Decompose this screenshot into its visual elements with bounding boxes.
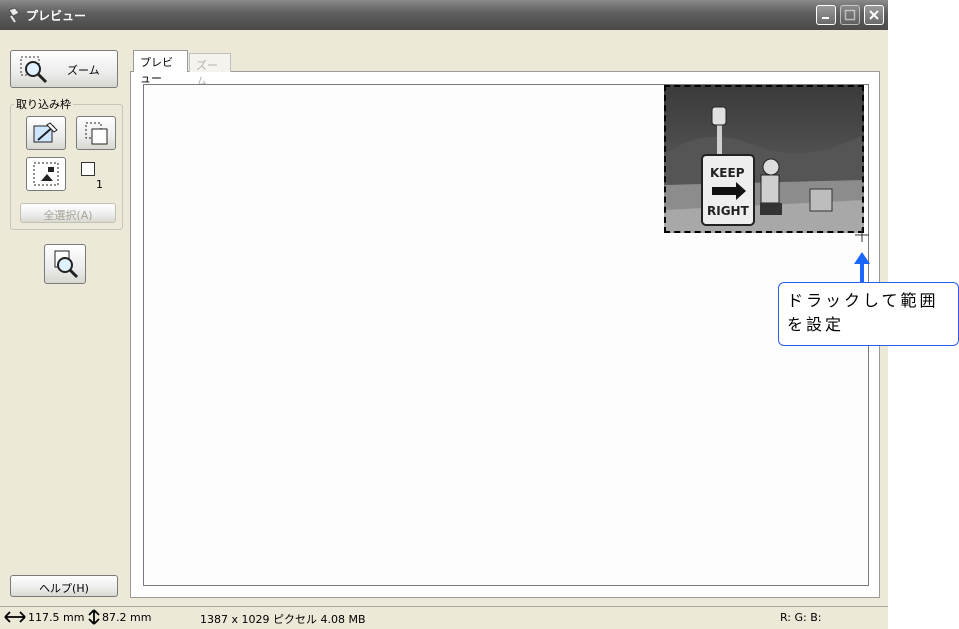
status-width: 117.5 mm — [28, 611, 85, 624]
tab-zoom[interactable]: ズーム — [189, 53, 231, 88]
minimize-icon — [822, 17, 829, 19]
height-arrow-icon — [88, 609, 100, 625]
maximize-button[interactable] — [840, 5, 860, 25]
close-button[interactable] — [864, 5, 884, 25]
copy-frame-button[interactable] — [76, 116, 116, 150]
callout-arrow-icon — [854, 252, 870, 283]
close-icon — [869, 10, 879, 20]
callout-line-1: ドラックして範囲 — [787, 291, 939, 310]
preview-window: プレビュー ズーム 取り込み枠 1 全選択(A) ヘルプ(H) プレビュー ズー… — [0, 0, 888, 629]
tab-preview[interactable]: プレビュー — [133, 50, 188, 85]
status-height: 87.2 mm — [102, 611, 152, 624]
callout-note: ドラックして範囲 を設定 — [778, 282, 959, 346]
minimize-button[interactable] — [816, 5, 836, 25]
title-bar[interactable]: プレビュー — [0, 0, 888, 30]
frame-count: 1 — [96, 178, 103, 191]
status-rgb: R: G: B: — [780, 611, 822, 624]
delete-frame-icon — [33, 162, 59, 186]
width-arrow-icon — [4, 611, 26, 623]
auto-locate-button[interactable] — [26, 116, 66, 150]
callout-line-2: を設定 — [787, 315, 845, 334]
status-image-info: 1387 x 1029 ピクセル 4.08 MB — [200, 613, 366, 626]
crosshair-cursor-icon — [855, 228, 869, 242]
status-bar: 117.5 mm 87.2 mm 1387 x 1029 ピクセル 4.08 M… — [0, 606, 888, 629]
help-button-label: ヘルプ(H) — [39, 582, 89, 595]
zoom-button[interactable]: ズーム — [10, 50, 118, 88]
delete-frame-button[interactable] — [26, 157, 66, 191]
preview-magnifier-icon — [54, 250, 79, 279]
select-all-label: 全選択(A) — [43, 209, 93, 222]
zoom-button-label: ズーム — [67, 64, 100, 77]
preview-zoom-button[interactable] — [44, 244, 86, 284]
frame-marker-icon — [81, 162, 95, 176]
selection-marquee[interactable] — [664, 85, 864, 233]
capture-frame-label: 取り込み枠 — [14, 96, 73, 112]
maximize-icon — [844, 9, 856, 21]
window-title: プレビュー — [26, 9, 87, 23]
help-button[interactable]: ヘルプ(H) — [10, 575, 118, 597]
select-all-button[interactable]: 全選択(A) — [20, 203, 116, 223]
copy-frame-icon — [85, 122, 108, 145]
auto-locate-icon — [33, 122, 58, 143]
scanner-app-icon — [6, 7, 22, 23]
zoom-magnifier-icon — [20, 56, 48, 84]
